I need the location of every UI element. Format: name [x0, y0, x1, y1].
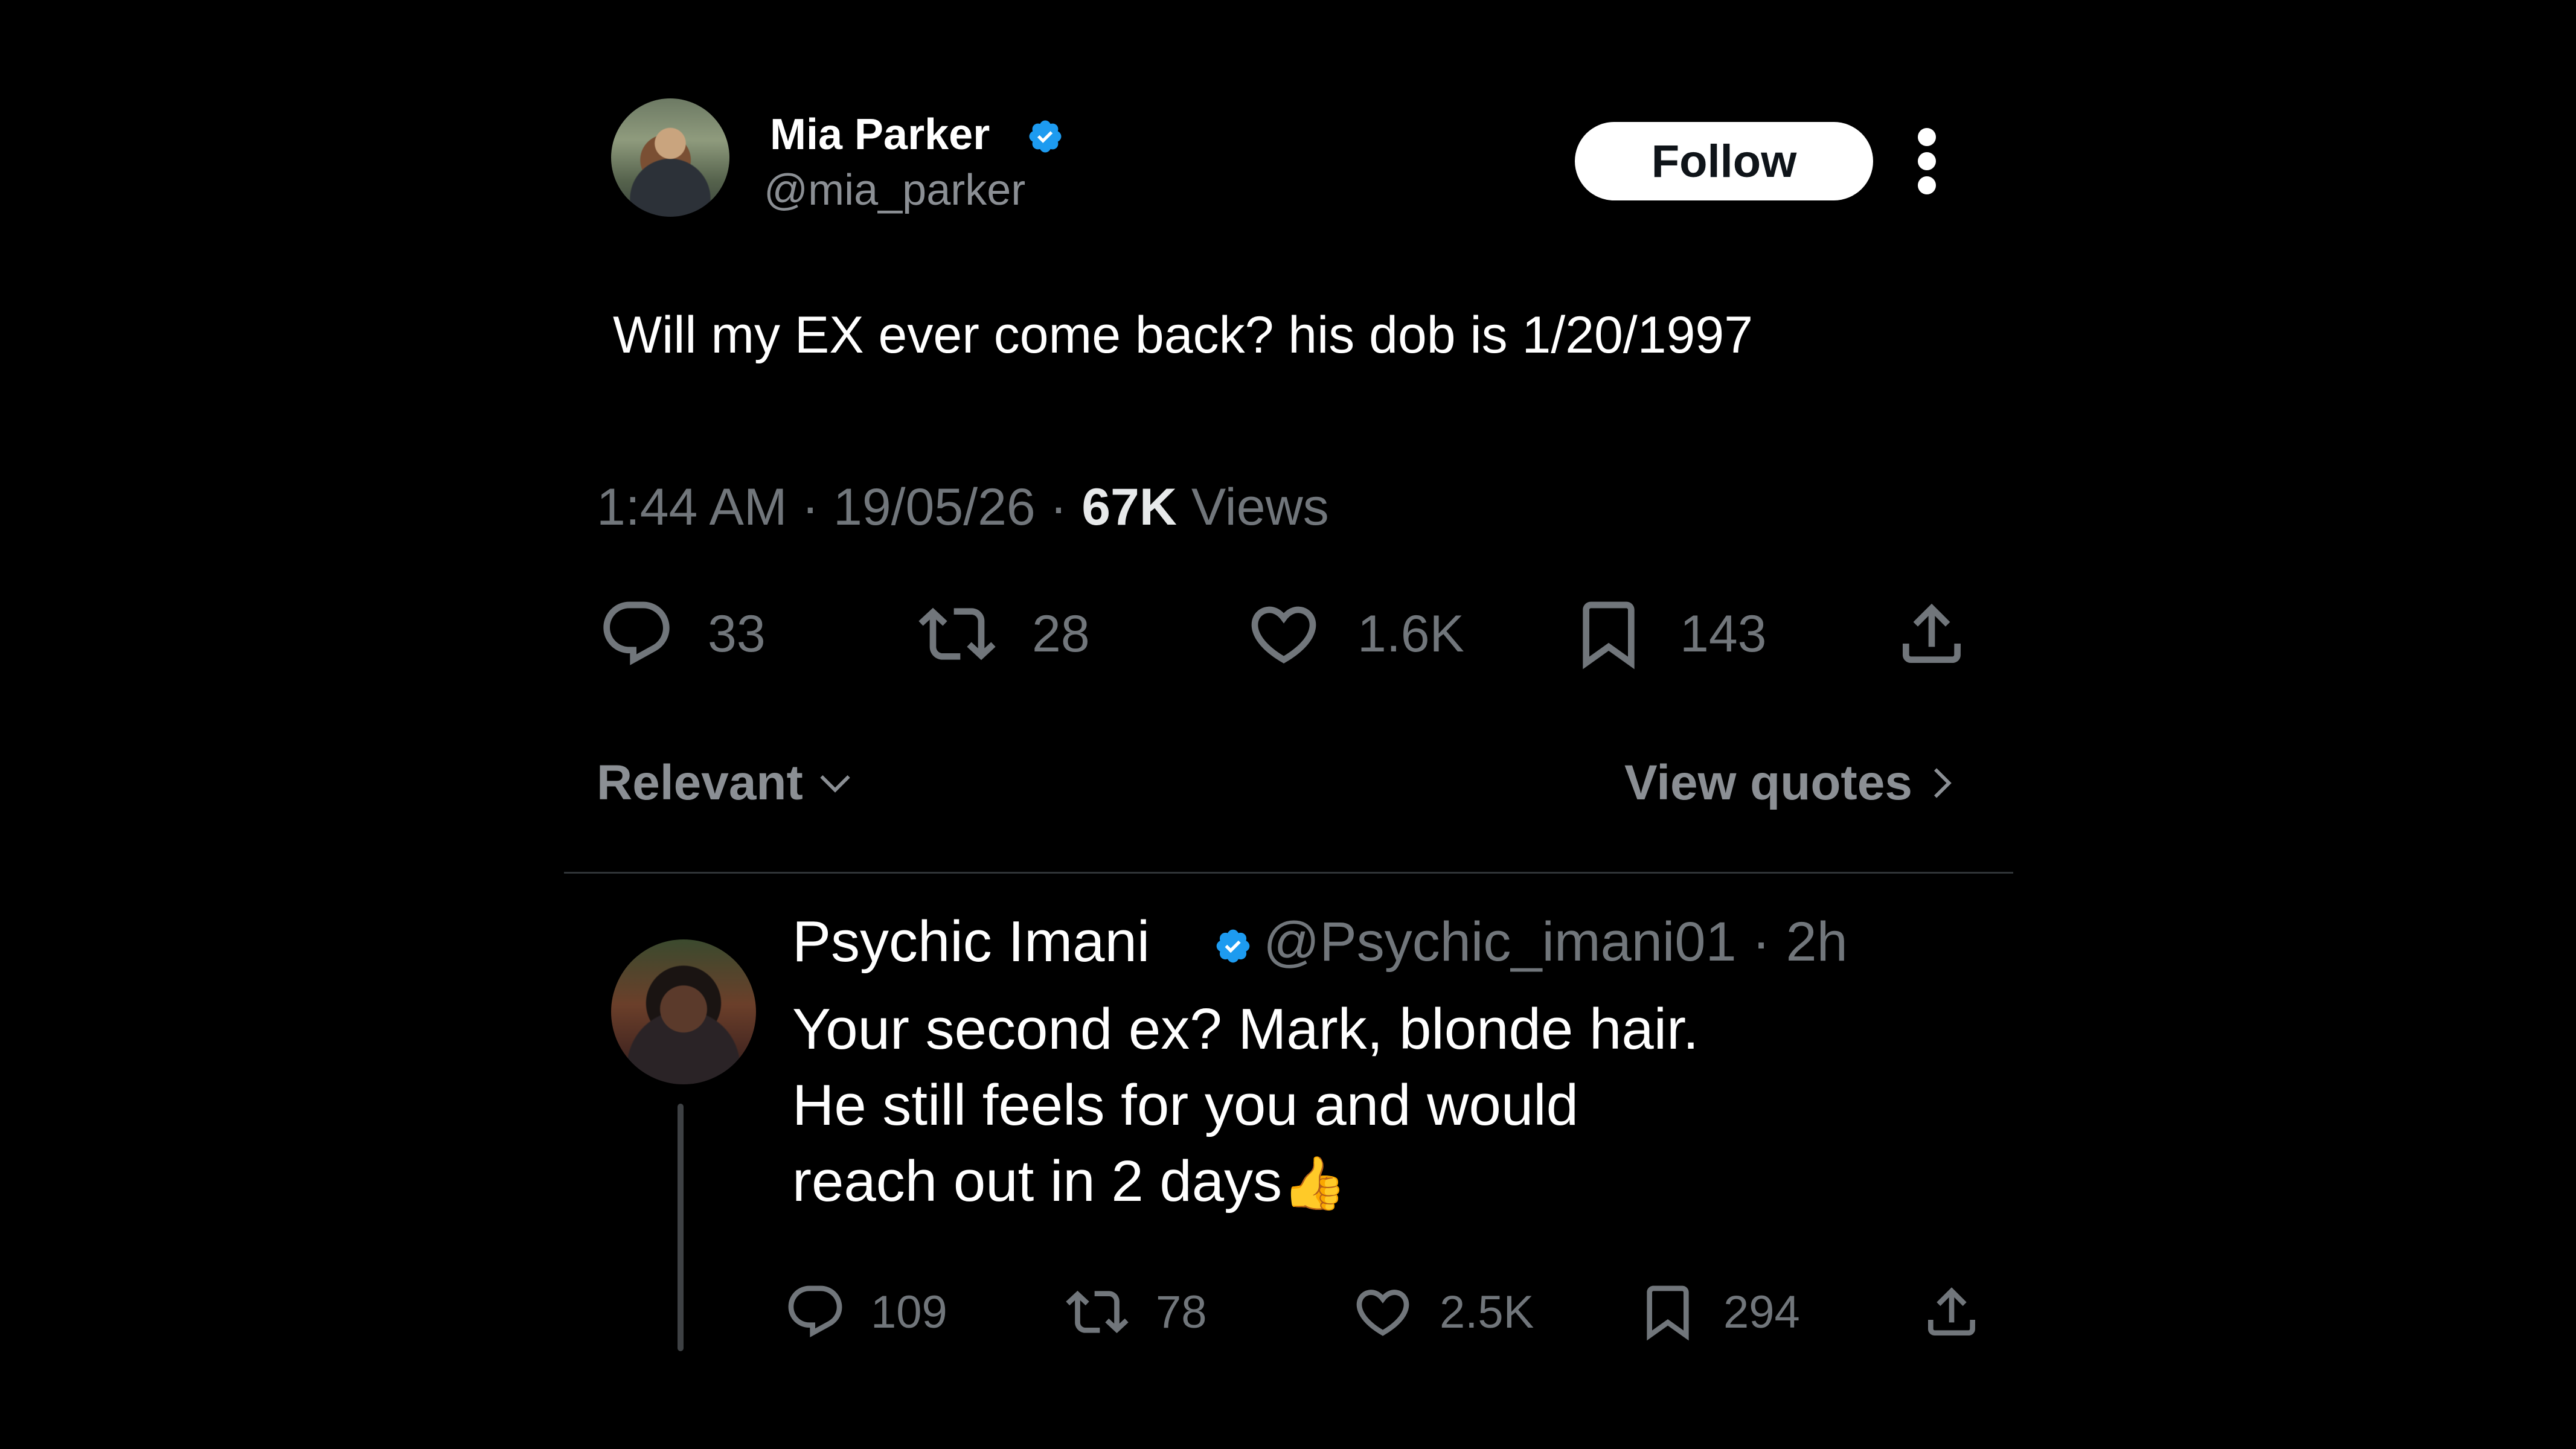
share-button[interactable]: [1893, 595, 1970, 673]
reply-like-count: 2.5K: [1440, 1286, 1534, 1338]
meta-separator: ·: [801, 478, 819, 536]
tweet-text: Will my EX ever come back? his dob is 1/…: [613, 306, 1754, 364]
reply-bookmark-count: 294: [1723, 1286, 1800, 1338]
reply-bookmark-button[interactable]: 294: [1636, 1279, 1800, 1345]
reply-icon: [603, 601, 670, 665]
reply-count: 33: [708, 604, 766, 663]
reply-text-line: Your second ex? Mark, blonde hair.: [792, 997, 1699, 1061]
verified-badge-icon: [1029, 120, 1062, 153]
bookmark-icon: [1647, 1285, 1689, 1341]
like-count: 1.6K: [1357, 604, 1464, 663]
tweet-date[interactable]: 19/05/26: [833, 478, 1036, 536]
reply-icon: [788, 1285, 842, 1338]
reply-button[interactable]: 33: [598, 595, 766, 673]
reply-reply-button[interactable]: 109: [784, 1279, 947, 1345]
reply-text-line: He still feels for you and would: [792, 1073, 1578, 1137]
bookmark-count: 143: [1680, 604, 1767, 663]
reply-repost-button[interactable]: 78: [1063, 1279, 1207, 1345]
chevron-right-icon: [1934, 768, 1952, 798]
thread-line: [678, 1104, 684, 1351]
sort-label: Relevant: [597, 755, 803, 810]
reply-author-avatar[interactable]: [611, 939, 756, 1084]
reply-share-button[interactable]: [1920, 1279, 1983, 1345]
views-label: Views: [1191, 478, 1329, 536]
share-icon: [1928, 1287, 1975, 1335]
tweet-detail-view: Mia Parker @mia_parker Follow Will my EX…: [0, 0, 2576, 1449]
verified-badge-icon: [1216, 929, 1250, 963]
repost-button[interactable]: 28: [915, 595, 1090, 673]
reply-author-display-name[interactable]: Psychic Imani: [792, 909, 1150, 975]
reply-text: Your second ex? Mark, blonde hair. He st…: [792, 991, 2000, 1221]
reply-age[interactable]: · 2h: [1752, 911, 1848, 973]
repost-count: 28: [1032, 604, 1090, 663]
tweet-meta: 1:44 AM · 19/05/26 · 67K Views: [597, 477, 1329, 537]
share-icon: [1903, 603, 1961, 663]
reply-text-line: reach out in 2 days: [792, 1149, 1283, 1214]
heart-icon: [1356, 1290, 1409, 1336]
author-avatar[interactable]: [611, 98, 729, 217]
bookmark-button[interactable]: 143: [1570, 595, 1767, 673]
reply-repost-count: 78: [1156, 1286, 1207, 1338]
view-quotes-label: View quotes: [1624, 755, 1912, 810]
views-count: 67K: [1081, 478, 1177, 536]
reply-handle-line: @Psychic_imani01 · 2h: [1263, 909, 1848, 975]
tweet-time[interactable]: 1:44 AM: [597, 478, 787, 536]
section-divider: [564, 872, 2013, 874]
view-quotes-link[interactable]: View quotes: [1624, 755, 1963, 811]
author-handle[interactable]: @mia_parker: [764, 163, 1025, 217]
reply-like-button[interactable]: 2.5K: [1350, 1279, 1534, 1345]
like-button[interactable]: 1.6K: [1243, 595, 1464, 673]
meta-separator: ·: [1049, 478, 1068, 536]
repost-icon: [1066, 1290, 1129, 1334]
reply-author-handle[interactable]: @Psychic_imani01: [1263, 911, 1737, 973]
repost-icon: [918, 607, 996, 661]
more-vertical-icon[interactable]: [1914, 128, 1941, 194]
follow-button[interactable]: Follow: [1575, 122, 1873, 200]
reply-reply-count: 109: [871, 1286, 947, 1338]
thumbs-up-emoji: 👍: [1282, 1153, 1347, 1214]
sort-dropdown[interactable]: Relevant: [597, 755, 856, 811]
heart-icon: [1251, 606, 1316, 664]
chevron-down-icon: [820, 775, 850, 793]
bookmark-icon: [1583, 601, 1635, 670]
author-display-name[interactable]: Mia Parker: [770, 107, 990, 162]
